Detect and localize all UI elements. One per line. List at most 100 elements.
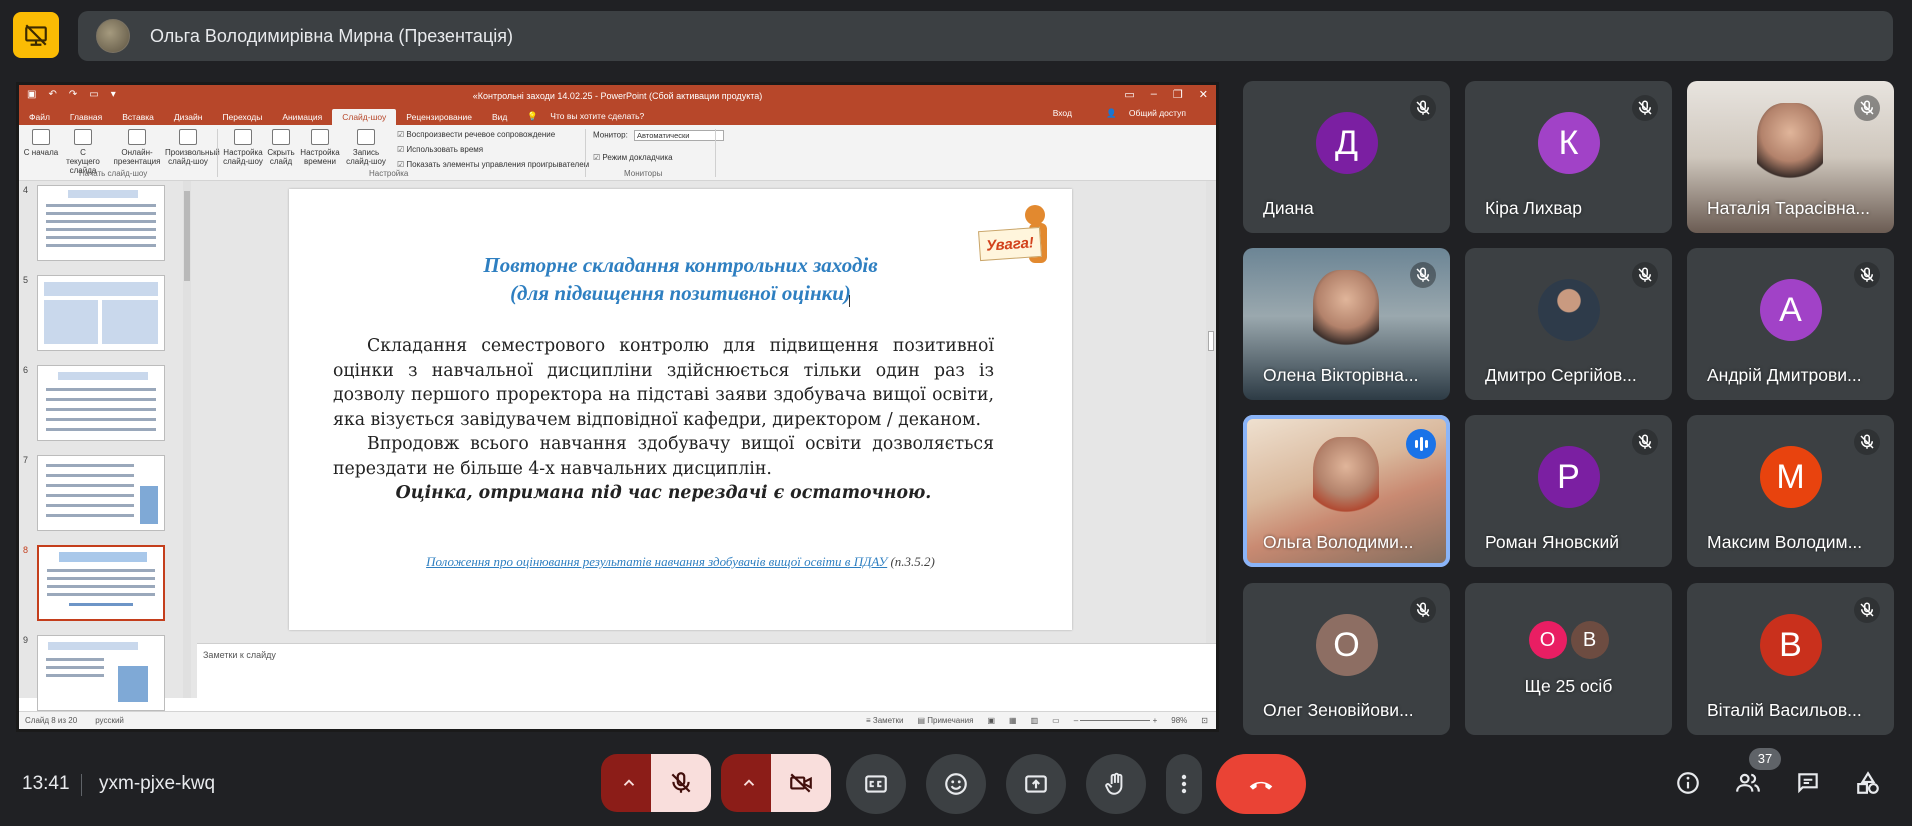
activities-button[interactable] [1853,768,1883,798]
slide-thumbnail[interactable] [37,275,165,351]
thumbnail-row[interactable]: 5 [23,275,169,355]
online-presentation-button[interactable]: Онлайн-презентация [113,129,161,166]
participant-tile[interactable]: А Андрій Дмитрови... [1687,248,1894,400]
meeting-details-button[interactable] [1673,768,1703,798]
presenter-view-checkbox[interactable]: Режим докладчика [593,153,672,162]
stop-presenting-button[interactable] [13,12,59,58]
online-icon [128,129,146,145]
slide-thumbnail[interactable] [37,635,165,711]
participant-video [1313,270,1379,354]
ribbon-display-icon[interactable]: ▭ [1124,88,1134,101]
presenter-avatar [96,19,130,53]
participant-tile[interactable]: Р Роман Яновский [1465,415,1672,567]
chat-button[interactable] [1793,768,1823,798]
tab-slideshow[interactable]: Слайд-шоу [332,109,397,125]
microphone-toggle[interactable] [651,754,711,812]
raise-hand-button[interactable] [1086,754,1146,814]
thumbnail-row[interactable]: 6 [23,365,169,445]
tab-insert[interactable]: Вставка [112,112,164,125]
presenter-banner: Ольга Володимирівна Мирна (Презентація) [78,11,1893,61]
tab-review[interactable]: Рецензирование [396,112,482,125]
participant-tile[interactable]: О Олег Зеновійови... [1243,583,1450,735]
info-icon [1677,772,1699,794]
view-sorter-icon[interactable]: ▦ [1009,716,1017,725]
thumbnail-row[interactable]: 4 [23,185,169,265]
view-slideshow-icon[interactable]: ▭ [1052,716,1060,725]
people-button[interactable] [1733,768,1763,798]
rehearse-timings-button[interactable]: Настройка времени [299,129,341,166]
comments-toggle[interactable]: ▤ Примечания [917,716,973,725]
thumbnail-row[interactable]: 9 [23,635,169,715]
slide-thumbnail-selected[interactable] [37,545,165,621]
audio-options-button[interactable] [601,754,657,812]
participant-tile[interactable]: Ольга Володими... [1243,415,1450,567]
slide-title[interactable]: Повторне складання контрольних заходів (… [349,251,1012,307]
zoom-level[interactable]: 98% [1171,716,1187,725]
view-normal-icon[interactable]: ▣ [987,716,995,725]
minimize-icon[interactable]: – [1151,88,1157,101]
media-controls-checkbox[interactable]: Показать элементы управления проигрывате… [397,157,589,172]
zoom-slider[interactable]: – + [1074,716,1158,725]
login-link[interactable]: Вход [1043,108,1082,122]
tab-transitions[interactable]: Переходы [212,112,272,125]
closed-captions-icon [865,775,887,793]
slide-thumbnail[interactable] [37,455,165,531]
regulation-link[interactable]: Положення про оцінювання результатів нав… [426,554,887,569]
participant-tile[interactable]: В Віталій Васильов... [1687,583,1894,735]
slide-thumbnail[interactable] [37,365,165,441]
slide-scrollbar[interactable] [1206,181,1216,643]
regulation-clause: (п.3.5.2) [890,554,935,569]
powerpoint-title-bar: ▣ ↶ ↷ ▭ ▾ «Контрольні заходи 14.02.25 - … [19,85,1216,107]
custom-slideshow-button[interactable]: Произвольный слайд-шоу [165,129,220,166]
from-beginning-button[interactable]: С начала [21,129,61,157]
video-options-button[interactable] [721,754,777,812]
restore-icon[interactable]: ❐ [1173,88,1183,101]
participant-tile[interactable]: Олена Вікторівна... [1243,248,1450,400]
share-button[interactable]: 👤 Общий доступ [1096,108,1206,122]
thumbnail-row-selected[interactable]: 8 [23,545,169,625]
tab-animation[interactable]: Анимация [272,112,332,125]
muted-indicator [1632,429,1658,455]
meeting-code[interactable]: yxm-pjxe-kwq [99,773,215,795]
camera-toggle[interactable] [771,754,831,812]
close-icon[interactable]: ✕ [1199,88,1208,101]
tab-file[interactable]: Файл [19,112,60,125]
hide-slide-button[interactable]: Скрыть слайд [265,129,297,166]
tell-me-search[interactable]: 💡 Что вы хотите сделать? [517,111,664,125]
slide-thumbnail[interactable] [37,185,165,261]
notes-pane[interactable]: Заметки к слайду [197,643,1216,698]
setup-slideshow-button[interactable]: Настройка слайд-шоу [221,129,265,166]
captions-button[interactable] [846,754,906,814]
participant-avatar: В [1759,614,1822,676]
fit-slide-icon[interactable]: ⊡ [1201,716,1208,725]
tab-home[interactable]: Главная [60,112,112,125]
record-slideshow-button[interactable]: Запись слайд-шоу [341,129,391,166]
participant-tile[interactable]: Д Диана [1243,81,1450,233]
participant-name: Ольга Володими... [1263,532,1414,552]
leave-call-button[interactable] [1216,754,1306,814]
muted-indicator [1854,95,1880,121]
participant-tile[interactable]: Дмитро Сергійов... [1465,248,1672,400]
participant-tile[interactable]: Наталія Тарасівна... [1687,81,1894,233]
current-slide[interactable]: Увага! Повторне складання контрольних за… [289,189,1072,630]
reactions-button[interactable] [926,754,986,814]
notes-toggle[interactable]: ≡ Заметки [866,716,904,725]
present-screen-button[interactable] [1006,754,1066,814]
chevron-up-icon [743,779,755,786]
monitor-select[interactable]: Автоматически [634,130,725,141]
timings-checkbox[interactable]: Использовать время [397,142,589,157]
tab-view[interactable]: Вид [482,112,517,125]
more-options-button[interactable] [1166,754,1202,814]
tab-design[interactable]: Дизайн [164,112,213,125]
narration-checkbox[interactable]: Воспроизвести речевое сопровождение [397,127,589,142]
thumbnail-row[interactable]: 7 [23,455,169,535]
slide-body-text[interactable]: Складання семестрового контролю для підв… [333,334,994,506]
participant-tile[interactable]: М Максим Володим... [1687,415,1894,567]
activities-icon [1857,771,1879,794]
participant-tile[interactable]: К Кіра Лихвар [1465,81,1672,233]
participant-tile[interactable]: О В Ще 25 осіб [1465,583,1672,735]
thumbnail-scrollbar[interactable] [183,181,191,698]
hide-icon [272,129,290,145]
language-indicator[interactable]: русский [95,716,124,725]
view-reading-icon[interactable]: ▥ [1031,716,1039,725]
